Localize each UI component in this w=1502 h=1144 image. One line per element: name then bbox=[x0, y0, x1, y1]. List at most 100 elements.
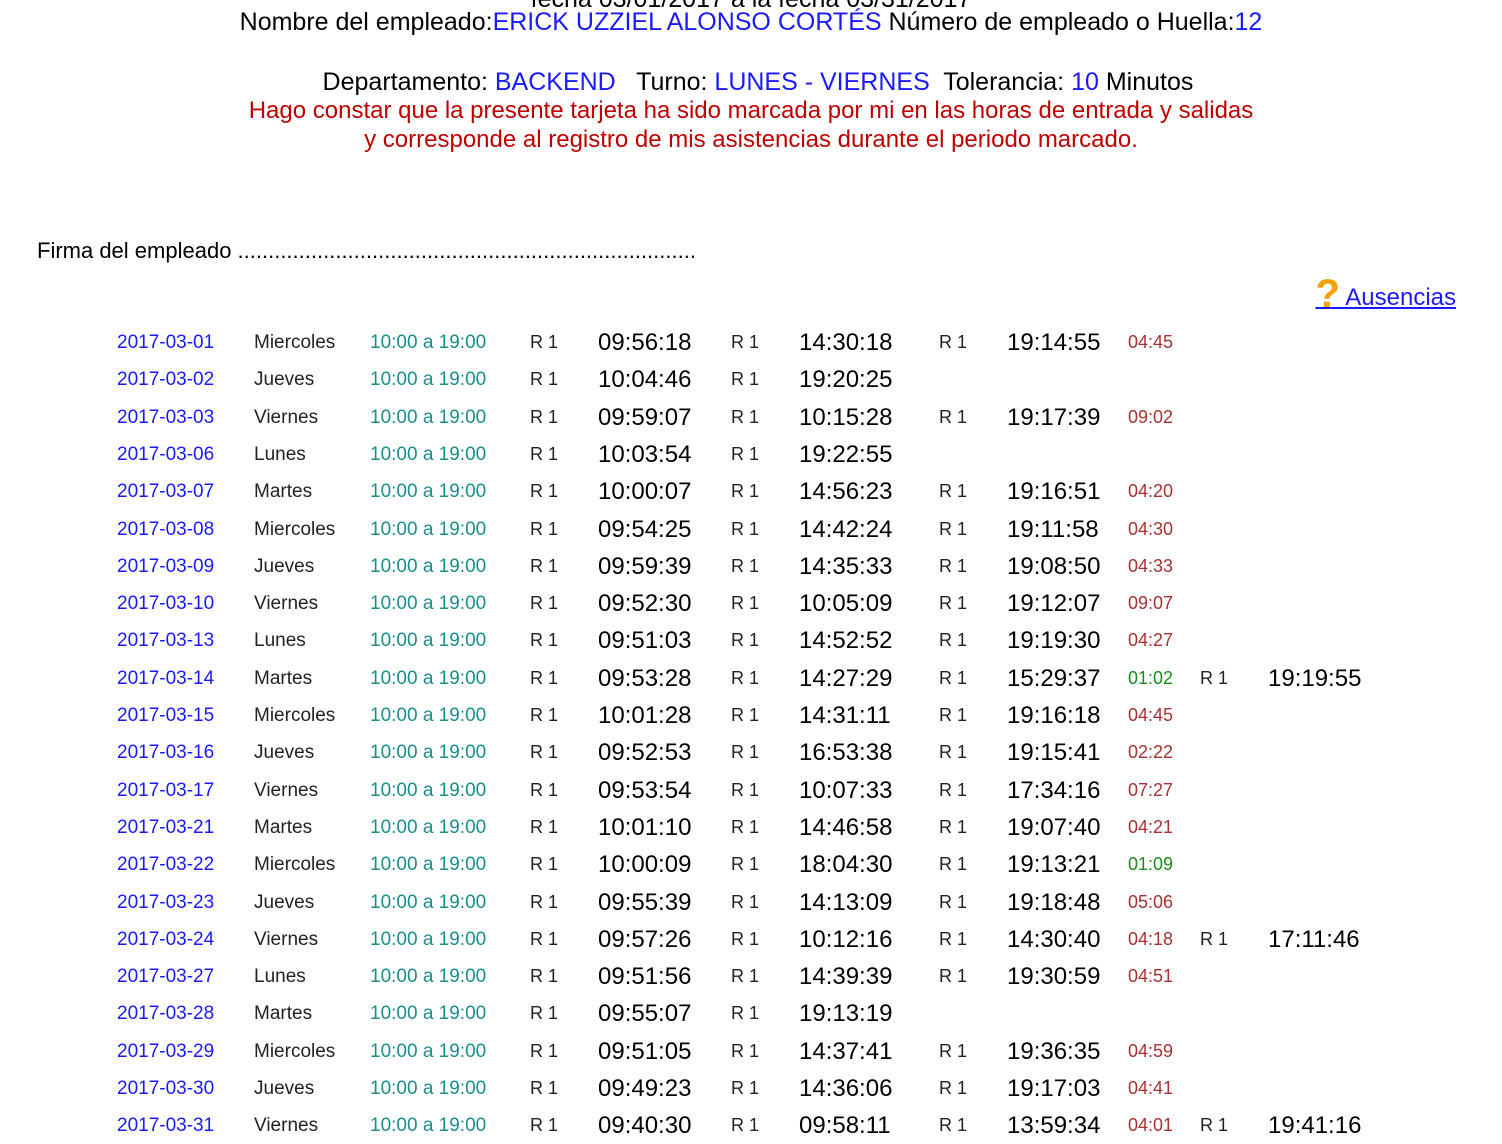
check-time: 09:54:25 bbox=[598, 515, 692, 543]
attendance-row: 2017-03-27 Lunes 10:00 a 19:00 R 1 09:51:56 R… bbox=[0, 958, 1502, 995]
department-label: Departamento: bbox=[322, 68, 495, 96]
record-day: Martes bbox=[254, 1003, 313, 1025]
reader-label: R 1 bbox=[939, 1040, 968, 1061]
record-date: 2017-03-10 bbox=[117, 593, 215, 615]
reader-label: R 1 bbox=[530, 667, 559, 688]
check-time: 17:11:46 bbox=[1268, 925, 1360, 953]
reader-label: R 1 bbox=[530, 1003, 559, 1024]
ausencias-link[interactable]: ? Ausencias bbox=[1315, 272, 1456, 317]
reader-label: R 1 bbox=[939, 705, 968, 725]
reader-label: R 1 bbox=[939, 854, 968, 875]
tolerance-value: 10 bbox=[1071, 68, 1099, 96]
reader-label: R 1 bbox=[731, 1003, 760, 1024]
record-shift: 10:00 a 19:00 bbox=[370, 518, 487, 540]
reader-label: R 1 bbox=[1200, 928, 1229, 949]
reader-label: R 1 bbox=[939, 742, 968, 763]
record-day: Miercoles bbox=[254, 332, 336, 353]
time-difference: 04:45 bbox=[1128, 332, 1174, 352]
department-line: Departamento: BACKEND Turno: LUNES - VIE… bbox=[0, 37, 1502, 97]
check-time: 09:49:23 bbox=[598, 1075, 692, 1102]
record-shift: 10:00 a 19:00 bbox=[370, 705, 487, 726]
record-day: Viernes bbox=[254, 593, 319, 615]
check-time: 09:55:39 bbox=[598, 888, 692, 916]
reader-label: R 1 bbox=[530, 630, 559, 651]
check-time: 19:36:35 bbox=[1007, 1037, 1101, 1065]
attendance-row: 2017-03-21 Martes 10:00 a 19:00 R 1 10:01:10… bbox=[0, 809, 1502, 846]
record-day: Jueves bbox=[254, 891, 315, 913]
record-shift: 10:00 a 19:00 bbox=[370, 1040, 487, 1062]
check-time: 09:59:39 bbox=[598, 552, 692, 580]
reader-label: R 1 bbox=[731, 1040, 760, 1061]
record-shift: 10:00 a 19:00 bbox=[370, 443, 487, 465]
check-time: 09:53:54 bbox=[598, 776, 692, 804]
check-time: 14:52:52 bbox=[799, 627, 893, 655]
attendance-row: 2017-03-24 Viernes 10:00 a 19:00 R 1 09:57:2… bbox=[0, 921, 1502, 958]
notice-line-1: Hago constar que la presente tarjeta ha … bbox=[248, 97, 1254, 124]
time-difference: 02:22 bbox=[1128, 742, 1174, 763]
reader-label: R 1 bbox=[530, 443, 559, 464]
reader-label: R 1 bbox=[939, 481, 968, 502]
check-time: 14:27:29 bbox=[799, 664, 893, 692]
check-time: 14:13:09 bbox=[799, 888, 893, 916]
record-date: 2017-03-01 bbox=[117, 332, 215, 353]
time-difference: 04:18 bbox=[1128, 928, 1174, 949]
reader-label: R 1 bbox=[731, 332, 760, 352]
time-difference: 04:41 bbox=[1128, 1078, 1174, 1098]
time-difference: 01:02 bbox=[1128, 667, 1174, 688]
check-time: 09:51:56 bbox=[598, 963, 692, 991]
record-shift: 10:00 a 19:00 bbox=[370, 854, 487, 876]
check-time: 19:17:39 bbox=[1007, 403, 1101, 431]
check-time: 19:11:58 bbox=[1007, 515, 1099, 543]
check-time: 19:08:50 bbox=[1007, 552, 1101, 580]
reader-label: R 1 bbox=[939, 518, 968, 539]
time-difference: 04:30 bbox=[1128, 518, 1174, 539]
check-time: 09:56:18 bbox=[598, 329, 692, 356]
check-time: 19:30:59 bbox=[1007, 963, 1101, 991]
record-date: 2017-03-09 bbox=[117, 555, 215, 577]
reader-label: R 1 bbox=[530, 406, 559, 427]
record-shift: 10:00 a 19:00 bbox=[370, 593, 487, 615]
reader-label: R 1 bbox=[530, 518, 559, 539]
reader-label: R 1 bbox=[530, 928, 559, 949]
check-time: 15:29:37 bbox=[1007, 664, 1101, 692]
employee-name-label: Nombre del empleado: bbox=[239, 8, 493, 36]
reader-label: R 1 bbox=[530, 369, 559, 390]
reader-label: R 1 bbox=[530, 891, 559, 912]
record-date: 2017-03-29 bbox=[117, 1040, 215, 1062]
check-time: 09:51:05 bbox=[598, 1037, 692, 1065]
check-time: 09:59:07 bbox=[598, 403, 692, 431]
reader-label: R 1 bbox=[1200, 667, 1229, 688]
attendance-row: 2017-03-01 Miercoles 10:00 a 19:00 R 1 09:56… bbox=[0, 324, 1502, 361]
reader-label: R 1 bbox=[731, 854, 760, 875]
record-shift: 10:00 a 19:00 bbox=[370, 966, 487, 988]
signature-line: Firma del empleado .....................… bbox=[37, 238, 696, 263]
reader-label: R 1 bbox=[939, 630, 968, 651]
reader-label: R 1 bbox=[939, 816, 968, 837]
reader-label: R 1 bbox=[530, 966, 559, 987]
reader-label: R 1 bbox=[939, 891, 968, 912]
attendance-row: 2017-03-10 Viernes 10:00 a 19:00 R 1 09:52:3… bbox=[0, 585, 1502, 622]
record-date: 2017-03-31 bbox=[117, 1115, 215, 1137]
reader-label: R 1 bbox=[731, 481, 760, 502]
time-difference: 07:27 bbox=[1128, 779, 1174, 800]
record-day: Viernes bbox=[254, 928, 319, 950]
reader-label: R 1 bbox=[939, 966, 968, 987]
time-difference: 05:06 bbox=[1128, 891, 1174, 912]
reader-label: R 1 bbox=[731, 518, 760, 539]
reader-label: R 1 bbox=[731, 1078, 760, 1098]
reader-label: R 1 bbox=[939, 928, 968, 949]
employee-name-value: ERICK UZZIEL ALONSO CORTÉS bbox=[492, 8, 882, 36]
record-day: Martes bbox=[254, 816, 313, 838]
record-shift: 10:00 a 19:00 bbox=[370, 555, 487, 577]
reader-label: R 1 bbox=[731, 369, 760, 390]
notice-line-2: y corresponde al registro de mis asisten… bbox=[364, 126, 1138, 153]
time-difference: 04:33 bbox=[1128, 555, 1174, 576]
attendance-row: 2017-03-13 Lunes 10:00 a 19:00 R 1 09:51:03 R… bbox=[0, 622, 1502, 659]
record-date: 2017-03-17 bbox=[117, 779, 215, 801]
attendance-row: 2017-03-14 Martes 10:00 a 19:00 R 1 09:53:28… bbox=[0, 660, 1502, 697]
record-shift: 10:00 a 19:00 bbox=[370, 667, 487, 689]
reader-label: R 1 bbox=[939, 779, 968, 800]
attendance-row: 2017-03-09 Jueves 10:00 a 19:00 R 1 09:59:39… bbox=[0, 548, 1502, 585]
reader-label: R 1 bbox=[731, 816, 760, 837]
reader-label: R 1 bbox=[731, 966, 760, 987]
